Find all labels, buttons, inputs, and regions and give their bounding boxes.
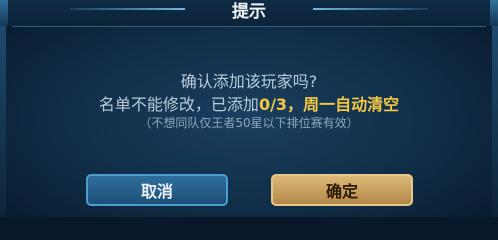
add-player-dialog: 提示 确认添加该玩家吗? 名单不能修改，已添加0/3，周一自动清空 （不想同队仅…	[0, 0, 498, 217]
dialog-header: 提示	[0, 0, 498, 26]
header-decoration-right	[313, 8, 428, 10]
auto-clear-notice: 周一自动清空	[303, 95, 400, 114]
info-prefix: 名单不能修改，已添加	[98, 95, 259, 114]
confirm-button[interactable]: 确定	[271, 174, 413, 206]
added-count: 0/3	[258, 95, 288, 114]
info-separator: ，	[287, 95, 304, 114]
rule-note: （不想同队仅王者50星以下排位赛有效）	[139, 116, 359, 130]
header-divider	[12, 26, 486, 27]
dialog-title: 提示	[232, 2, 266, 22]
header-edge-right	[490, 0, 498, 26]
confirm-question: 确认添加该玩家吗?	[180, 72, 318, 91]
cancel-button[interactable]: 取消	[86, 174, 228, 206]
list-info-text: 名单不能修改，已添加0/3，周一自动清空	[0, 91, 498, 115]
